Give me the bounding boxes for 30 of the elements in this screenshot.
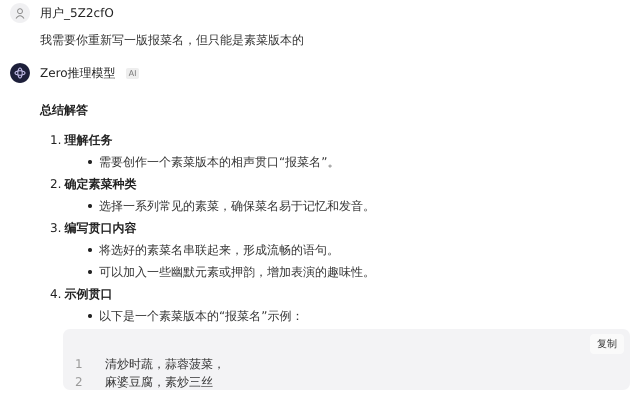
line-number: 1 [75, 356, 83, 372]
bullet-text: 选择一系列常见的素菜，确保菜名易于记忆和发音。 [99, 198, 375, 214]
step-title: 编写贯口内容 [64, 220, 136, 236]
user-name: 用户_5Z2cfO [40, 4, 114, 22]
step-number: 2. [50, 176, 62, 192]
step-title: 示例贯口 [64, 286, 112, 302]
step-number: 3. [50, 220, 62, 236]
bullet-text: 可以加入一些幽默元素或押韵，增加表演的趣味性。 [99, 264, 375, 280]
bot-name: Zero推理模型 [40, 64, 116, 82]
bullet-icon [88, 314, 92, 318]
bullet-icon [88, 204, 92, 208]
step-number: 1. [50, 132, 62, 148]
bullet-text: 以下是一个素菜版本的“报菜名”示例： [99, 308, 304, 324]
line-number: 2 [75, 374, 83, 390]
step-title: 确定素菜种类 [64, 176, 136, 192]
code-line: 清炒时蔬，蒜蓉菠菜， [105, 356, 225, 372]
copy-button[interactable]: 复制 [590, 334, 624, 354]
bullet-text: 将选好的素菜名串联起来，形成流畅的语句。 [99, 242, 339, 258]
bullet-icon [88, 248, 92, 252]
step-title: 理解任务 [64, 132, 112, 148]
user-avatar-icon [10, 3, 30, 23]
answer-heading: 总结解答 [40, 102, 89, 118]
bullet-icon [88, 270, 92, 274]
bullet-text: 需要创作一个素菜版本的相声贯口“报菜名”。 [99, 154, 340, 170]
bullet-icon [88, 160, 92, 164]
code-line: 麻婆豆腐，素炒三丝 [105, 374, 213, 390]
ai-badge: AI [126, 68, 140, 78]
step-number: 4. [50, 286, 62, 302]
bot-avatar-icon [10, 63, 30, 83]
user-message: 我需要你重新写一版报菜名，但只能是素菜版本的 [40, 32, 305, 48]
